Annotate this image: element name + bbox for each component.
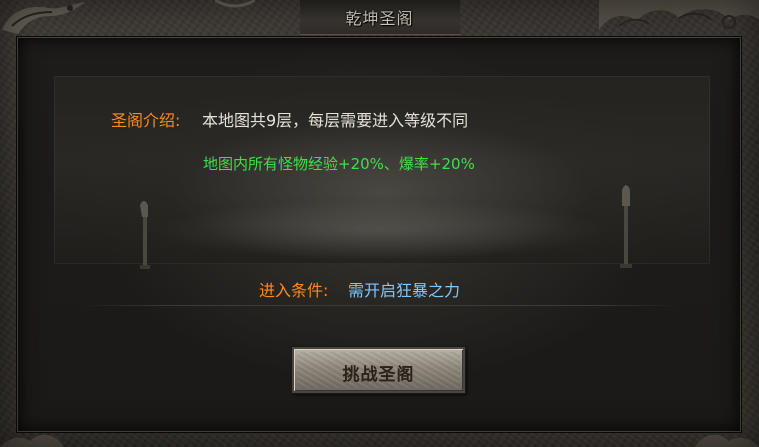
lantern-pillar-icon <box>140 201 150 269</box>
challenge-button[interactable]: 挑战圣阁 <box>292 347 465 393</box>
bonus-text: 地图内所有怪物经验+20%、爆率+20% <box>203 155 475 173</box>
condition-text: 需开启狂暴之力 <box>348 281 461 300</box>
window-title: 乾坤圣阁 <box>345 9 414 28</box>
intro-text: 本地图共9层，每层需要进入等级不同 <box>202 111 469 130</box>
mist-glow <box>150 200 610 260</box>
challenge-button-label: 挑战圣阁 <box>342 365 415 385</box>
intro-label: 圣阁介绍: <box>111 111 181 130</box>
condition-label: 进入条件: <box>259 281 329 300</box>
dialog-window: 乾坤圣阁 圣阁介绍: 本地图共9层，每层需要进入等级不同 地图内所有怪物经验+2… <box>0 0 759 447</box>
lantern-pillar-icon <box>620 185 632 268</box>
divider <box>80 305 680 306</box>
